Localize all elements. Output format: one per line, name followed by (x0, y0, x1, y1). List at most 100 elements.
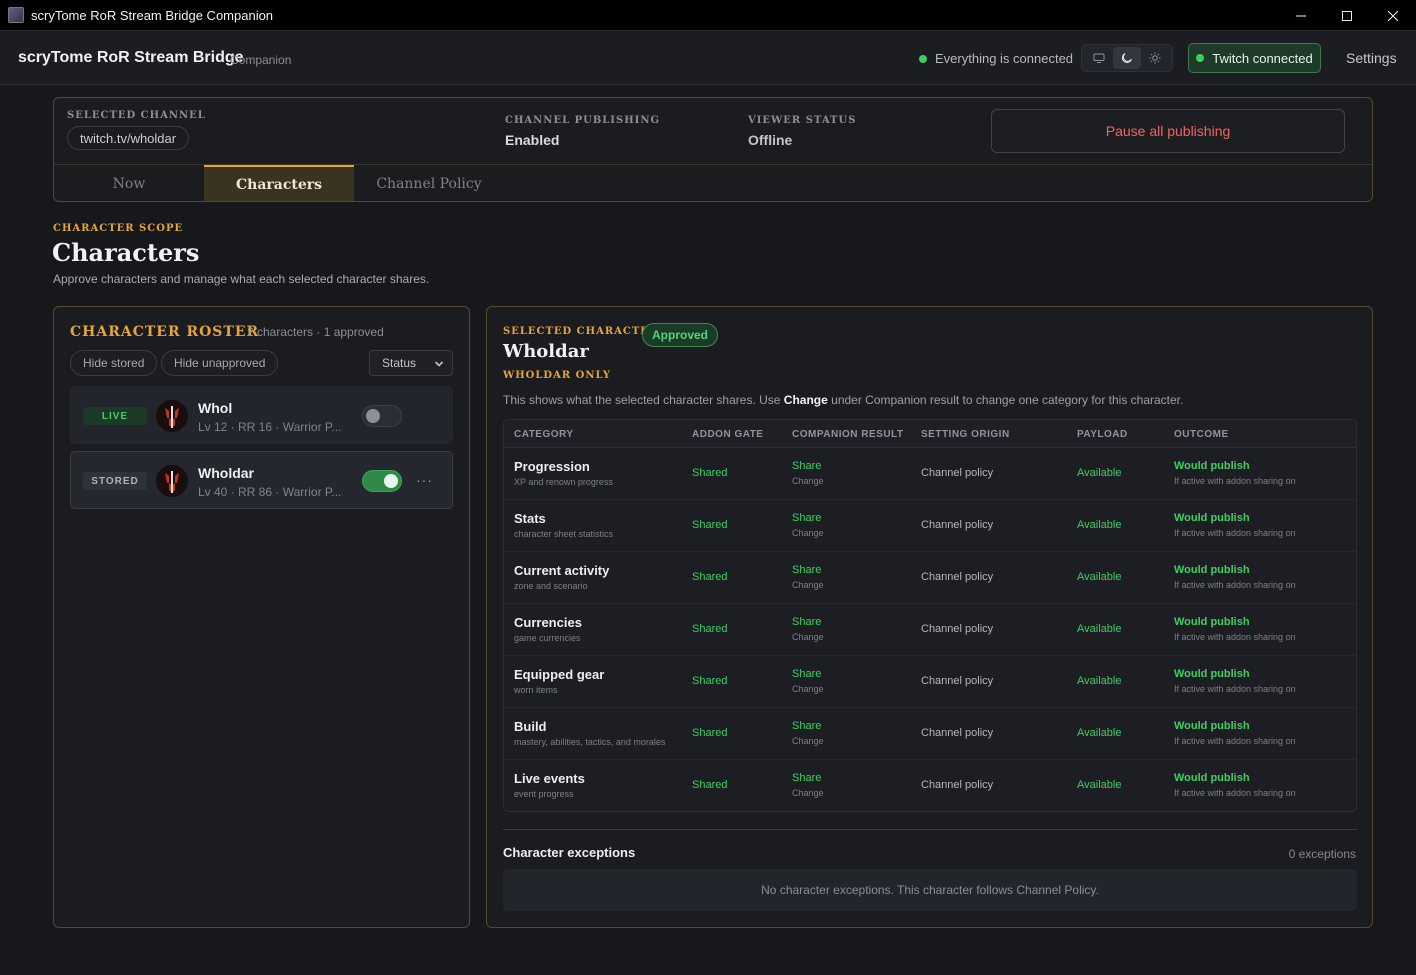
category-description: game currencies (514, 633, 581, 643)
close-icon (1388, 10, 1398, 21)
app-brand-subtitle: Companion (230, 53, 292, 67)
addon-gate-value: Shared (692, 727, 728, 739)
column-header-outcome: OUTCOME (1174, 429, 1229, 440)
change-link[interactable]: Change (792, 476, 824, 486)
companion-result-value: Share (792, 512, 822, 524)
sort-select-value: Status (382, 356, 417, 370)
table-row: Progression XP and renown progress Shared S… (504, 448, 1356, 500)
category-name: Current activity (514, 563, 610, 578)
companion-result-value: Share (792, 668, 822, 680)
page-description: Approve characters and manage what each … (53, 272, 430, 286)
tab-now[interactable]: Now (54, 165, 204, 201)
companion-result-value: Share (792, 616, 822, 628)
live-badge: LIVE (83, 407, 147, 425)
close-button[interactable] (1370, 0, 1416, 31)
app-icon (8, 7, 24, 23)
selected-channel-pill[interactable]: twitch.tv/wholdar (67, 126, 190, 150)
category-name: Currencies (514, 615, 582, 630)
payload-value: Available (1077, 727, 1122, 739)
app-brand: scryTome RoR Stream Bridge (18, 49, 244, 66)
column-header-category: CATEGORY (514, 429, 574, 440)
window-title: scryTome RoR Stream Bridge Companion (31, 7, 274, 23)
selected-character-panel: SELECTED CHARACTER Approved Wholdar WHOL… (486, 306, 1373, 928)
character-card-wholdar[interactable]: STORED Wholdar Lv 40 · RR 86 · Warrior P… (70, 451, 453, 509)
character-avatar (156, 465, 188, 497)
addon-gate-value: Shared (692, 571, 728, 583)
outcome-note: If active with addon sharing on (1174, 476, 1296, 486)
companion-result-value: Share (792, 564, 822, 576)
sun-icon (1149, 52, 1161, 64)
table-row: Current activity zone and scenario Shared S… (504, 552, 1356, 604)
category-description: event progress (514, 789, 574, 799)
category-description: XP and renown progress (514, 477, 613, 487)
theme-system-button[interactable] (1085, 47, 1113, 69)
app-header: scryTome RoR Stream Bridge Companion Eve… (0, 31, 1416, 85)
addon-gate-value: Shared (692, 675, 728, 687)
channel-publishing-value: Enabled (505, 132, 560, 148)
change-link[interactable]: Change (792, 528, 824, 538)
hide-unapproved-filter[interactable]: Hide unapproved (161, 350, 279, 376)
minimize-icon (1296, 15, 1306, 16)
more-options-button[interactable]: ··· (416, 472, 433, 488)
window-controls (1278, 0, 1416, 31)
category-description: mastery, abilities, tactics, and morales (514, 737, 666, 747)
character-meta: Lv 40 · RR 86 · Warrior P... (198, 485, 342, 499)
outcome-note: If active with addon sharing on (1174, 528, 1296, 538)
change-link[interactable]: Change (792, 788, 824, 798)
roster-title: CHARACTER ROSTER (70, 324, 260, 340)
outcome-value: Would publish (1174, 772, 1250, 784)
character-approval-toggle[interactable] (362, 470, 402, 492)
setting-origin-value: Channel policy (921, 571, 994, 583)
character-roster: CHARACTER ROSTER 2 characters · 1 approv… (53, 306, 470, 928)
share-table: CATEGORY ADDON GATE COMPANION RESULT SET… (503, 419, 1357, 812)
maximize-button[interactable] (1324, 0, 1370, 31)
stored-badge: STORED (83, 472, 147, 490)
character-meta: Lv 12 · RR 16 · Warrior P... (198, 420, 342, 434)
minimize-button[interactable] (1278, 0, 1324, 31)
theme-dark-button[interactable] (1113, 47, 1141, 69)
moon-icon (1121, 53, 1132, 63)
theme-light-button[interactable] (1141, 47, 1169, 69)
change-link[interactable]: Change (792, 684, 824, 694)
category-name: Equipped gear (514, 667, 605, 682)
settings-link[interactable]: Settings (1346, 50, 1397, 66)
approved-badge: Approved (642, 323, 719, 347)
roster-count: 2 characters · 1 approved (247, 325, 384, 339)
outcome-value: Would publish (1174, 512, 1250, 524)
maximize-icon (1342, 10, 1352, 21)
monitor-icon (1093, 53, 1105, 63)
page-title: Characters (52, 238, 200, 267)
outcome-note: If active with addon sharing on (1174, 736, 1296, 746)
status-dot-icon (919, 54, 927, 63)
character-card-whol[interactable]: LIVE Whol Lv 12 · RR 16 · Warrior P... (70, 386, 453, 444)
change-link[interactable]: Change (792, 632, 824, 642)
outcome-value: Would publish (1174, 616, 1250, 628)
outcome-note: If active with addon sharing on (1174, 632, 1296, 642)
window-titlebar: scryTome RoR Stream Bridge Companion (0, 0, 1416, 31)
character-approval-toggle[interactable] (362, 405, 402, 427)
category-description: zone and scenario (514, 581, 588, 591)
divider (503, 829, 1357, 830)
change-link[interactable]: Change (792, 580, 824, 590)
outcome-value: Would publish (1174, 460, 1250, 472)
addon-gate-value: Shared (692, 623, 728, 635)
character-avatar (156, 400, 188, 432)
outcome-value: Would publish (1174, 564, 1250, 576)
tab-characters[interactable]: Characters (204, 165, 354, 201)
viewer-status-label: VIEWER STATUS (748, 115, 857, 126)
selected-character-name: Wholdar (503, 341, 589, 362)
category-description: worn items (514, 685, 558, 695)
twitch-connected-button[interactable]: Twitch connected (1188, 43, 1321, 73)
exceptions-count: 0 exceptions (1288, 847, 1356, 861)
outcome-value: Would publish (1174, 720, 1250, 732)
table-header: CATEGORY ADDON GATE COMPANION RESULT SET… (504, 420, 1356, 448)
hide-stored-filter[interactable]: Hide stored (70, 350, 158, 376)
setting-origin-value: Channel policy (921, 467, 994, 479)
pause-all-publishing-button[interactable]: Pause all publishing (991, 109, 1345, 153)
warrior-priest-icon (156, 465, 188, 497)
change-link[interactable]: Change (792, 736, 824, 746)
category-description: character sheet statistics (514, 529, 614, 539)
tab-channel-policy[interactable]: Channel Policy (354, 165, 504, 201)
twitch-status-text: Twitch connected (1212, 50, 1313, 66)
sort-select[interactable]: Status (369, 350, 453, 376)
